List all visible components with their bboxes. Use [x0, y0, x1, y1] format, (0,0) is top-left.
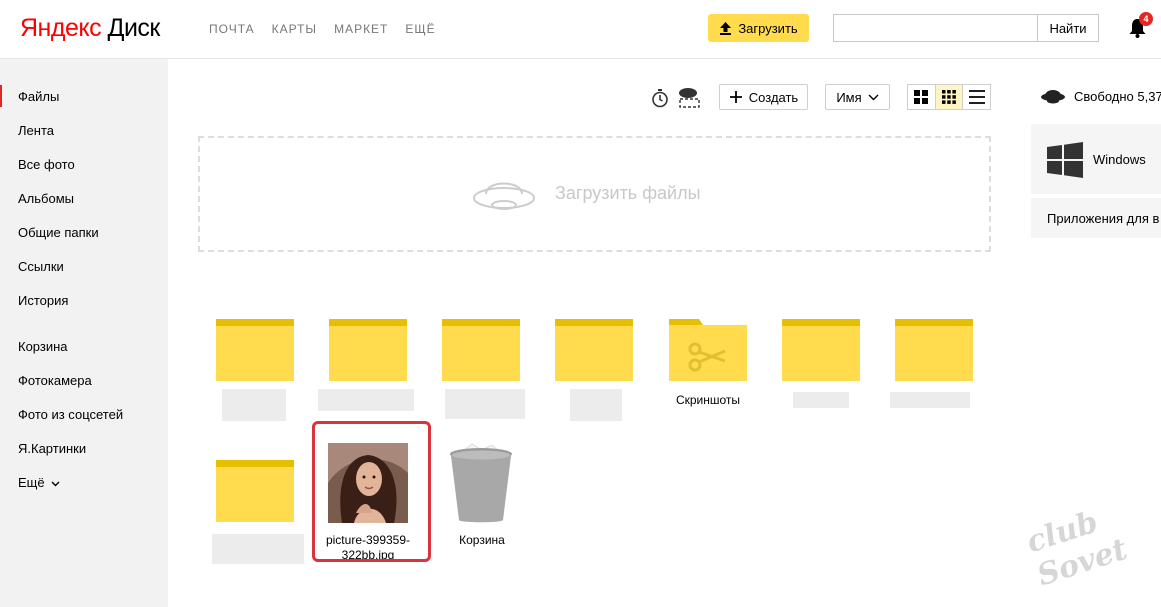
top-nav: ПОЧТА КАРТЫ МАРКЕТ ЕЩЁ — [209, 22, 436, 36]
create-button[interactable]: Создать — [719, 84, 808, 110]
watermark-logo: club Sovet — [1022, 504, 1132, 594]
create-button-label: Создать — [748, 89, 799, 105]
dropzone-label: Загрузить файлы — [555, 183, 701, 203]
folder-icon — [895, 319, 973, 381]
folder-label: Скриншоты — [675, 393, 741, 407]
windows-logo-icon — [1047, 142, 1083, 178]
sidebar-item-files[interactable]: Файлы — [0, 85, 59, 107]
upload-arrow-icon — [720, 22, 732, 35]
blurred-label — [445, 389, 525, 419]
logo-disk: Диск — [107, 14, 161, 42]
nav-maps[interactable]: КАРТЫ — [272, 22, 317, 36]
notification-badge: 4 — [1139, 12, 1153, 26]
chevron-down-icon — [51, 481, 60, 487]
free-space-label: Свободно 5,37 — [1074, 89, 1161, 104]
search-input[interactable] — [833, 14, 1037, 42]
sidebar — [0, 59, 168, 607]
selection-highlight — [312, 421, 431, 562]
sidebar-item-links[interactable]: Ссылки — [18, 259, 64, 274]
apps-link-text: Приложения для в — [1047, 211, 1160, 226]
windows-promo-text: Windows — [1093, 152, 1146, 167]
upload-button[interactable]: Загрузить — [708, 14, 809, 42]
cloud-select-icon[interactable] — [677, 86, 702, 108]
blurred-label — [570, 389, 622, 421]
view-list-button[interactable] — [963, 85, 990, 109]
sidebar-item-social-photos[interactable]: Фото из соцсетей — [18, 407, 123, 422]
sidebar-item-more-label: Ещё — [18, 475, 45, 490]
folder-icon — [555, 319, 633, 381]
folder-icon — [442, 319, 520, 381]
nav-market[interactable]: МАРКЕТ — [334, 22, 388, 36]
sidebar-item-more[interactable]: Ещё — [18, 475, 60, 490]
logo[interactable]: Яндекс Диск — [20, 14, 160, 43]
nav-more[interactable]: ЕЩЁ — [405, 22, 435, 36]
disk-saucer-icon — [473, 182, 535, 210]
sidebar-item-feed[interactable]: Лента — [18, 123, 54, 138]
folder-icon — [329, 319, 407, 381]
sidebar-item-camera[interactable]: Фотокамера — [18, 373, 92, 388]
disk-saucer-icon — [1041, 90, 1065, 104]
logo-yandex: Яндекс — [20, 14, 102, 42]
header: Яндекс Диск ПОЧТА КАРТЫ МАРКЕТ ЕЩЁ Загру… — [0, 0, 1161, 59]
view-switcher — [907, 84, 991, 110]
sidebar-item-history[interactable]: История — [18, 293, 68, 308]
view-grid-icon — [942, 90, 956, 104]
sidebar-item-yandex-images[interactable]: Я.Картинки — [18, 441, 86, 456]
stopwatch-icon[interactable] — [651, 88, 669, 108]
blurred-label — [318, 389, 414, 411]
trash-icon — [450, 443, 512, 523]
folder-icon — [782, 319, 860, 381]
view-large-button[interactable] — [908, 85, 936, 109]
blurred-label — [212, 534, 304, 564]
view-large-icon — [914, 90, 929, 104]
blurred-label — [890, 392, 970, 408]
view-list-icon — [968, 90, 985, 104]
upload-button-label: Загрузить — [738, 20, 798, 36]
nav-mail[interactable]: ПОЧТА — [209, 22, 255, 36]
sidebar-item-albums[interactable]: Альбомы — [18, 191, 74, 206]
trash-label: Корзина — [459, 533, 505, 547]
sidebar-item-all-photos[interactable]: Все фото — [18, 157, 75, 172]
search-button[interactable]: Найти — [1037, 14, 1099, 42]
sidebar-item-trash[interactable]: Корзина — [18, 339, 68, 354]
sort-dropdown-label: Имя — [836, 89, 862, 105]
blurred-label — [222, 389, 286, 421]
blurred-label — [793, 392, 849, 408]
folder-icon — [216, 319, 294, 381]
sort-dropdown[interactable]: Имя — [825, 84, 890, 110]
plus-icon — [729, 91, 742, 103]
sidebar-item-shared-folders[interactable]: Общие папки — [18, 225, 99, 240]
chevron-down-icon — [868, 94, 879, 100]
folder-icon — [216, 460, 294, 522]
view-grid-button[interactable] — [935, 85, 964, 109]
folder-screenshots-icon — [669, 319, 747, 381]
